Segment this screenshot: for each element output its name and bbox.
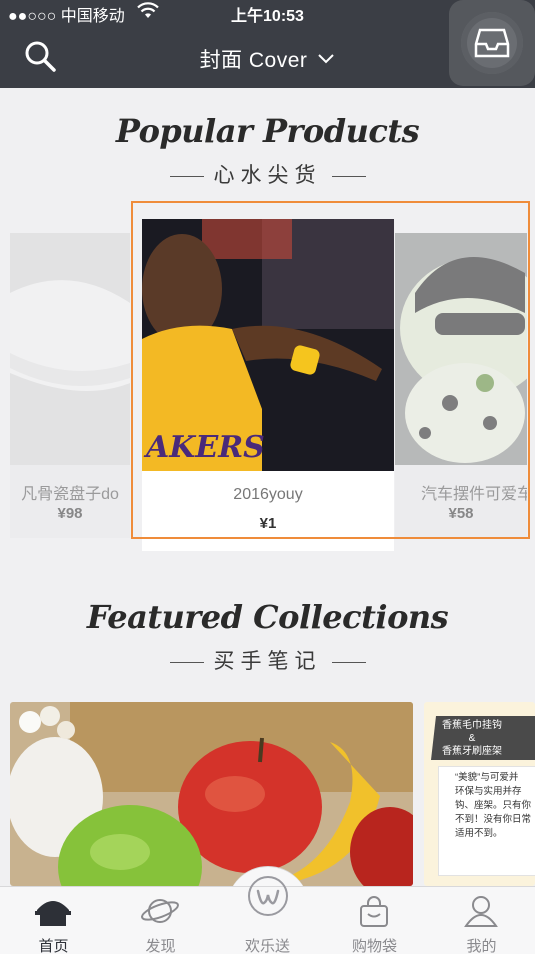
collection-card-banana-hooks[interactable]: 香蕉毛巾挂钩 & 香蕉牙刷座架 “美貌”与可爱并 环保与实用并存 钩、座架。只有… (424, 702, 535, 886)
tab-shopping-bag[interactable]: 购物袋 (321, 887, 428, 954)
product-image-plate (10, 233, 130, 465)
floating-assistive-button[interactable] (449, 0, 535, 86)
collection-card-fruit[interactable] (10, 702, 413, 886)
product-price: ¥1 (259, 515, 277, 532)
product-image-car-ornament (395, 233, 527, 465)
home-icon (35, 901, 71, 926)
collection-image-fruit (10, 702, 413, 886)
tab-home[interactable]: 首页 (0, 887, 107, 954)
popular-section-subtitle: 心水尖货 (0, 159, 535, 189)
product-price: ¥58 (448, 505, 474, 522)
product-card-plate[interactable]: 凡骨瓷盘子do ¥98 (10, 233, 130, 538)
collection-description: “美貌”与可爱并 环保与实用并存 钩、座架。只有你 不到！没有你日常 适用不到。 (438, 766, 535, 876)
w-logo-icon (248, 876, 288, 916)
popular-section-title: Popular Products (115, 112, 420, 150)
product-price: ¥98 (57, 505, 83, 522)
tab-delivery[interactable]: 欢乐送 (214, 876, 321, 954)
shopping-bag-icon (360, 896, 388, 927)
popular-subtitle-text: 心水尖货 (213, 164, 322, 187)
collection-label-text: 香蕉毛巾挂钩 & 香蕉牙刷座架 (442, 720, 502, 757)
featured-section-subtitle: 买手笔记 (0, 645, 535, 675)
svg-text:AKERS: AKERS (143, 430, 265, 465)
product-name: 汽车摆件可爱车 (421, 486, 527, 503)
product-name: 2016youy (233, 486, 303, 503)
profile-icon (464, 896, 498, 927)
tab-profile[interactable]: 我的 (428, 887, 535, 954)
product-card-car-ornament[interactable]: 汽车摆件可爱车 ¥58 (395, 233, 527, 538)
tab-discover[interactable]: 发现 (107, 887, 214, 954)
inbox-tray-icon (474, 28, 510, 58)
featured-section-title: Featured Collections (86, 598, 449, 636)
product-name: 凡骨瓷盘子do (21, 486, 119, 503)
tab-bar: 首页 发现 欢乐送 购物袋 我的 (0, 876, 535, 954)
planet-icon (141, 899, 179, 923)
chevron-down-icon (317, 52, 335, 70)
featured-subtitle-text: 买手笔记 (213, 650, 322, 673)
product-card-2016youy[interactable]: AKERS 2016youy ¥1 (142, 219, 394, 551)
top-bar: ●●○○○ 中国移动 上午10:53 ⏰ 封面 Cover (0, 0, 535, 88)
page-title: 封面 Cover (199, 49, 308, 72)
product-image-basketball: AKERS (142, 219, 394, 471)
